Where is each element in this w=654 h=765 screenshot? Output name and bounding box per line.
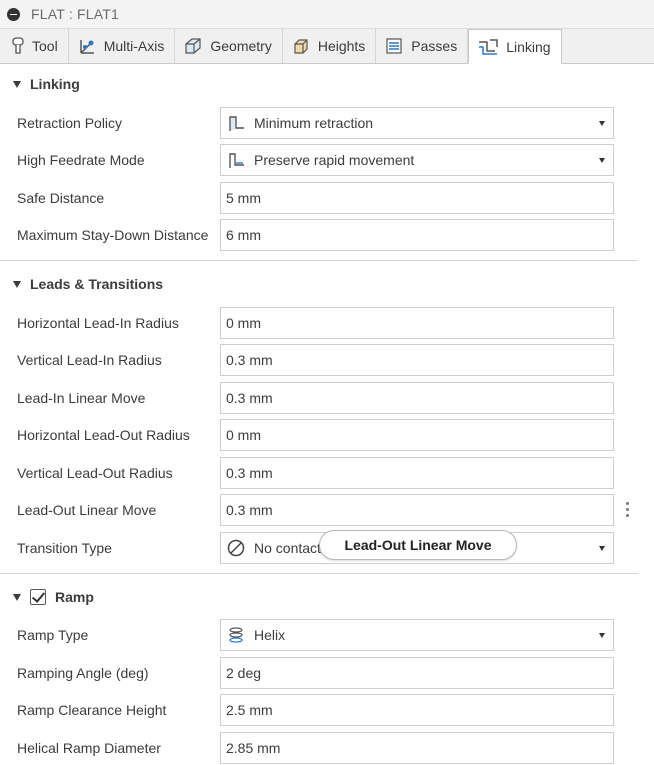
dropdown-arrow-icon[interactable]: [599, 633, 605, 638]
tab-label: Passes: [411, 38, 458, 54]
multi-axis-icon: [79, 40, 94, 54]
group-title: Linking: [30, 76, 80, 92]
field-label: High Feedrate Mode: [17, 152, 145, 168]
max-stay-down-input[interactable]: 6 mm: [220, 219, 614, 251]
tab-bar: Tool Multi-Axis Geometry Heights Passes: [0, 29, 654, 64]
leads-group-header[interactable]: Leads & Transitions: [0, 276, 163, 292]
v-lead-out-radius-input[interactable]: 0.3 mm: [220, 457, 614, 489]
helical-ramp-diameter-input[interactable]: 2.85 mm: [220, 732, 614, 764]
high-feedrate-mode-select[interactable]: Preserve rapid movement: [220, 144, 614, 176]
selected-value: Helix: [254, 627, 286, 643]
v-lead-out-radius-row: Vertical Lead-Out Radius 0.3 mm: [0, 456, 654, 490]
ramping-angle-row: Ramping Angle (deg) 2 deg: [0, 656, 654, 690]
safe-distance-input[interactable]: 5 mm: [220, 182, 614, 214]
tab-label: Geometry: [210, 38, 272, 54]
tab-passes[interactable]: Passes: [376, 29, 469, 63]
helical-ramp-diameter-row: Helical Ramp Diameter 2.85 mm: [0, 731, 654, 765]
caret-down-icon[interactable]: [13, 593, 21, 601]
field-label: Horizontal Lead-Out Radius: [17, 427, 190, 443]
section-divider: [0, 573, 638, 574]
h-lead-out-radius-input[interactable]: 0 mm: [220, 419, 614, 451]
passes-icon: [386, 38, 402, 54]
linking-group-header[interactable]: Linking: [0, 76, 80, 92]
tab-multi-axis[interactable]: Multi-Axis: [69, 29, 176, 63]
field-label: Vertical Lead-Out Radius: [17, 465, 173, 481]
field-label: Safe Distance: [17, 190, 105, 206]
selected-value: Preserve rapid movement: [254, 152, 415, 168]
title-bar: FLAT : FLAT1: [0, 0, 654, 29]
geometry-icon: [185, 38, 201, 54]
section-divider: [0, 260, 638, 261]
retraction-policy-select[interactable]: Minimum retraction: [220, 107, 614, 139]
tab-linking[interactable]: Linking: [468, 29, 562, 64]
field-label: Transition Type: [17, 540, 112, 556]
dropdown-arrow-icon[interactable]: [599, 121, 605, 126]
tab-label: Multi-Axis: [103, 38, 165, 54]
linking-icon: [479, 38, 498, 55]
v-lead-in-radius-input[interactable]: 0.3 mm: [220, 344, 614, 376]
no-contact-icon: [226, 538, 246, 558]
safe-distance-row: Safe Distance 5 mm: [0, 181, 654, 215]
preserve-rapid-icon: [226, 150, 246, 170]
caret-down-icon[interactable]: [13, 280, 21, 288]
field-label: Ramp Type: [17, 627, 89, 643]
more-options-icon[interactable]: [624, 502, 630, 517]
lead-in-linear-row: Lead-In Linear Move 0.3 mm: [0, 381, 654, 415]
tab-geometry[interactable]: Geometry: [175, 29, 283, 63]
ramping-angle-input[interactable]: 2 deg: [220, 657, 614, 689]
field-label: Lead-In Linear Move: [17, 390, 146, 406]
group-title: Leads & Transitions: [30, 276, 164, 292]
tab-label: Linking: [506, 38, 551, 55]
helix-icon: [226, 625, 246, 645]
retraction-policy-row: Retraction Policy Minimum retraction: [0, 106, 654, 140]
selected-value: No contact: [254, 540, 321, 556]
ramp-type-row: Ramp Type Helix: [0, 618, 654, 652]
ramp-group-header[interactable]: Ramp: [0, 589, 94, 605]
collapse-icon[interactable]: [7, 7, 20, 21]
field-label: Ramp Clearance Height: [17, 702, 167, 718]
h-lead-out-radius-row: Horizontal Lead-Out Radius 0 mm: [0, 418, 654, 452]
caret-down-icon[interactable]: [13, 80, 21, 88]
field-label: Horizontal Lead-In Radius: [17, 315, 179, 331]
field-label: Ramping Angle (deg): [17, 665, 149, 681]
field-label: Vertical Lead-In Radius: [17, 352, 162, 368]
lead-in-linear-input[interactable]: 0.3 mm: [220, 382, 614, 414]
ramp-enabled-checkbox[interactable]: [30, 589, 46, 605]
tab-tool[interactable]: Tool: [3, 29, 69, 63]
lead-out-linear-input[interactable]: 0.3 mm: [220, 494, 614, 526]
ramp-clearance-height-input[interactable]: 2.5 mm: [220, 694, 614, 726]
h-lead-in-radius-row: Horizontal Lead-In Radius 0 mm: [0, 306, 654, 340]
tooltip: Lead-Out Linear Move: [319, 530, 517, 560]
group-title: Ramp: [55, 589, 94, 605]
ramp-type-select[interactable]: Helix: [220, 619, 614, 651]
selected-value: Minimum retraction: [254, 115, 374, 131]
max-stay-down-row: Maximum Stay-Down Distance 6 mm: [0, 218, 654, 252]
field-label: Maximum Stay-Down Distance: [17, 227, 209, 243]
field-label: Lead-Out Linear Move: [17, 502, 157, 518]
dropdown-arrow-icon[interactable]: [599, 158, 605, 163]
v-lead-in-radius-row: Vertical Lead-In Radius 0.3 mm: [0, 343, 654, 377]
h-lead-in-radius-input[interactable]: 0 mm: [220, 307, 614, 339]
ramp-clearance-height-row: Ramp Clearance Height 2.5 mm: [0, 693, 654, 727]
high-feedrate-mode-row: High Feedrate Mode Preserve rapid moveme…: [0, 143, 654, 177]
window-title: FLAT : FLAT1: [31, 6, 119, 22]
heights-icon: [294, 39, 308, 54]
transition-type-row: Transition Type No contact Lead-Out Line…: [0, 530, 654, 565]
field-label: Helical Ramp Diameter: [17, 740, 161, 756]
tab-label: Heights: [317, 38, 366, 54]
minimum-retraction-icon: [226, 113, 246, 133]
tab-heights[interactable]: Heights: [283, 29, 377, 63]
lead-out-linear-row: Lead-Out Linear Move 0.3 mm: [0, 493, 654, 527]
dropdown-arrow-icon[interactable]: [599, 546, 605, 551]
field-label: Retraction Policy: [17, 115, 123, 131]
tool-icon: [12, 37, 24, 54]
tab-label: Tool: [32, 38, 58, 54]
